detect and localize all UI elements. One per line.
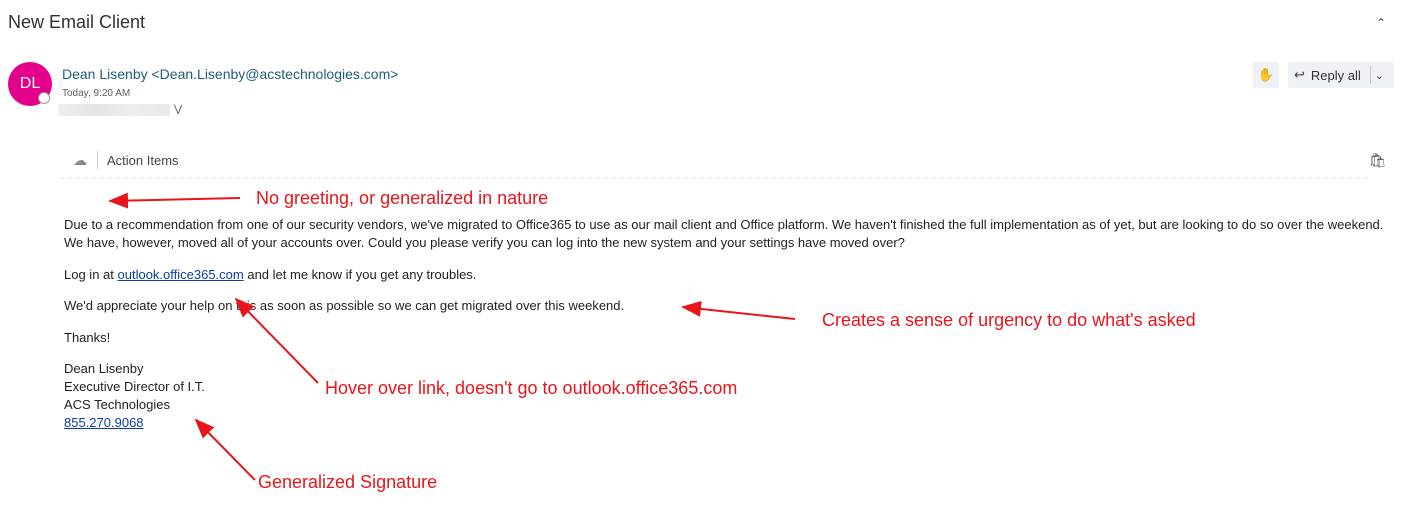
annotation-urgency: Creates a sense of urgency to do what's … [822, 310, 1196, 330]
annotation-arrow [194, 418, 256, 481]
annotation-arrows [108, 192, 796, 481]
annotation-arrow [234, 297, 319, 384]
annotation-arrow [108, 192, 241, 209]
annotation-link: Hover over link, doesn't go to outlook.o… [325, 378, 738, 398]
annotation-greeting: No greeting, or generalized in nature [256, 188, 549, 208]
annotation-arrow [681, 300, 796, 320]
annotation-signature: Generalized Signature [258, 472, 438, 492]
